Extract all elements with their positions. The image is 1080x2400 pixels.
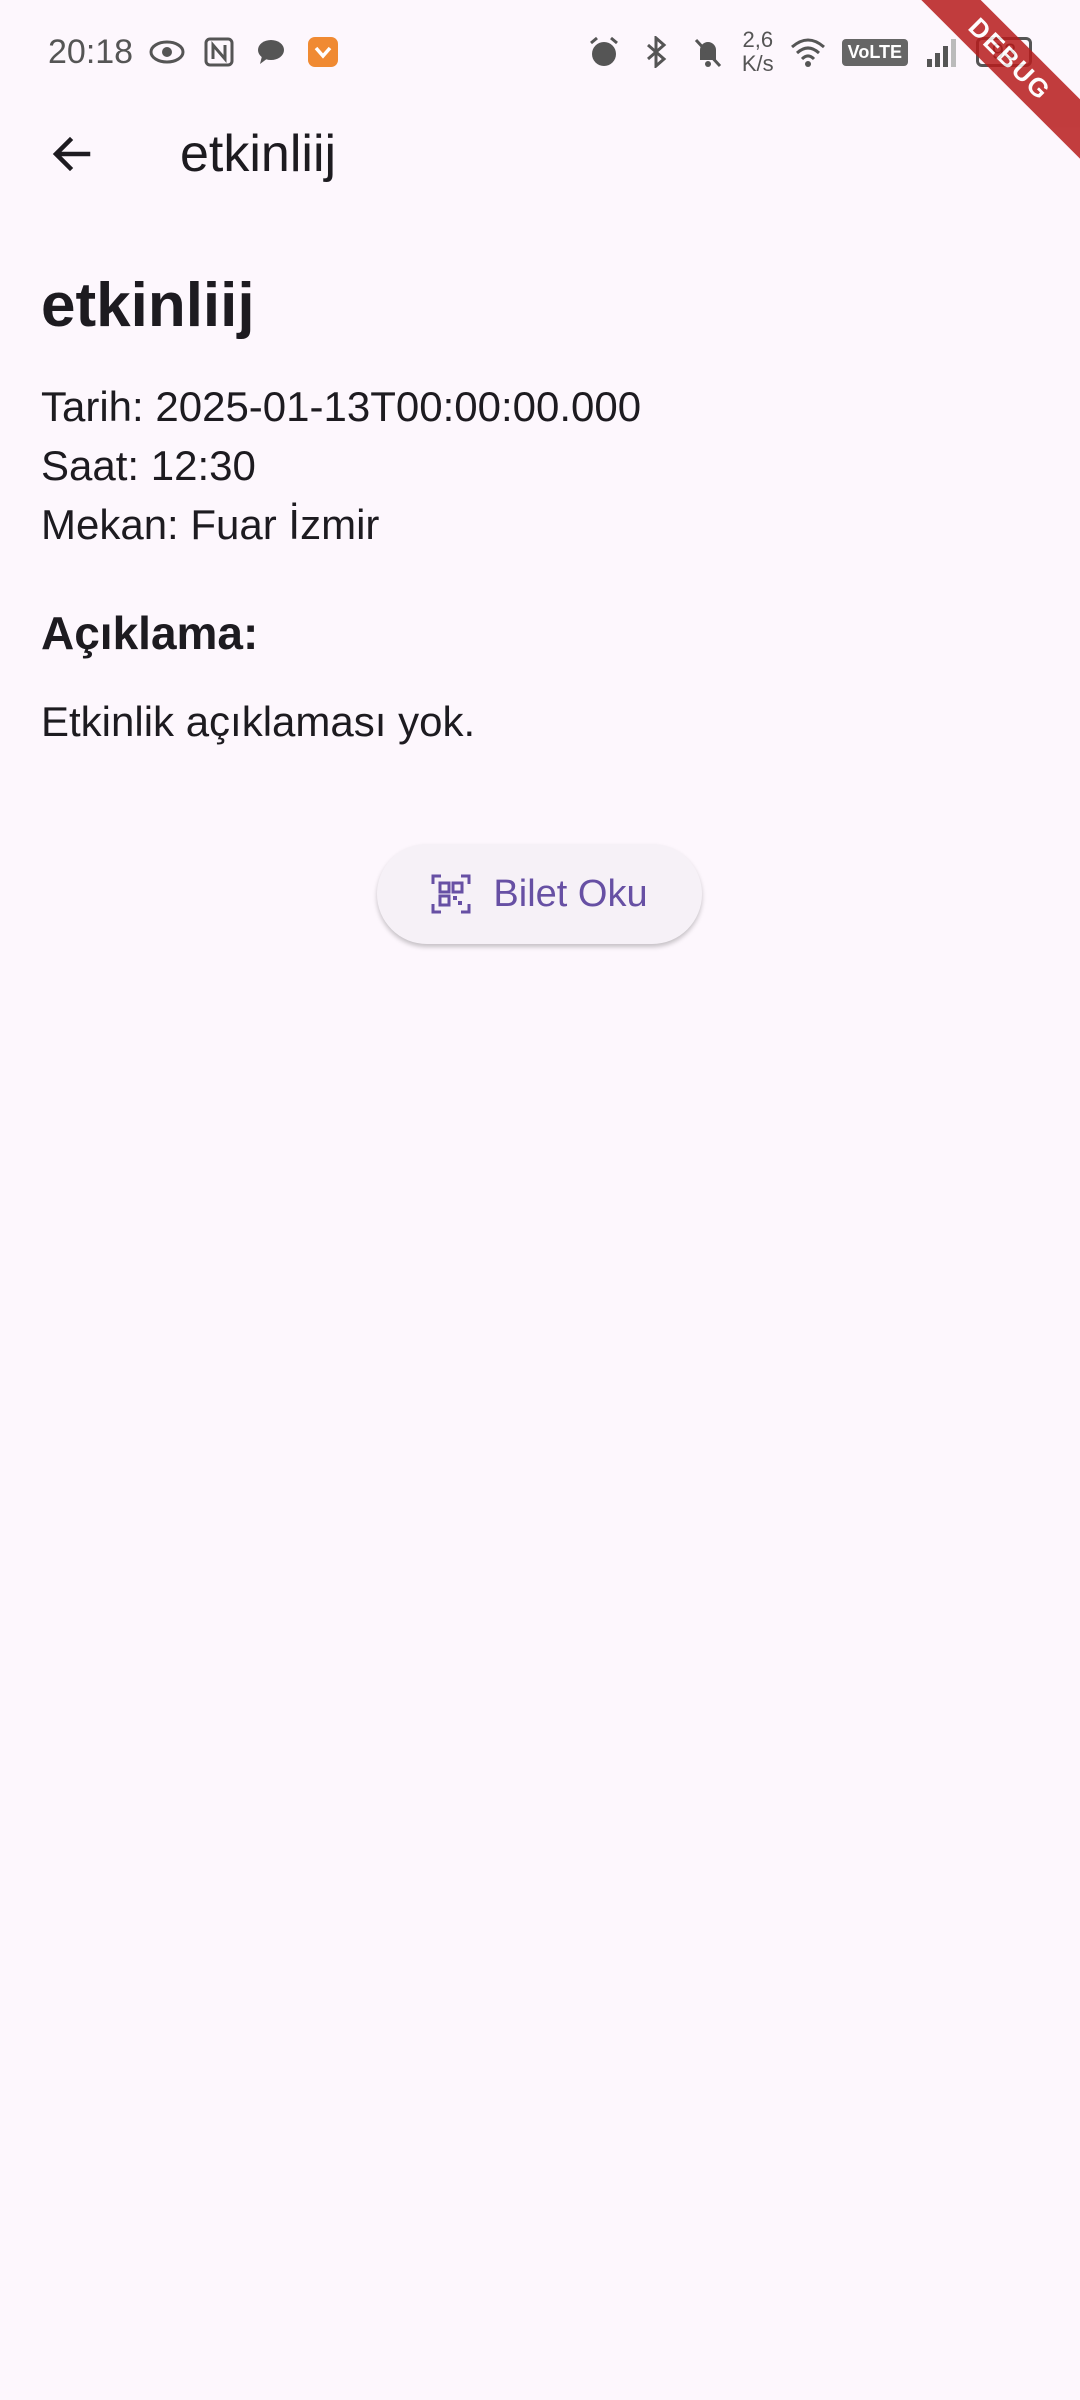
speed-value: 2,6 bbox=[742, 27, 774, 52]
back-button[interactable] bbox=[24, 106, 120, 202]
nfc-icon bbox=[201, 34, 237, 70]
event-title: etkinliij bbox=[41, 271, 255, 340]
app-bar: etkinliij bbox=[0, 104, 1080, 204]
description-heading: Açıklama: bbox=[41, 607, 259, 659]
network-speed: 2,6 K/s bbox=[742, 28, 774, 76]
qr-code-scanner-icon bbox=[431, 874, 471, 914]
status-left: 20:18 bbox=[48, 33, 341, 72]
scan-ticket-label: Bilet Oku bbox=[493, 872, 648, 915]
chat-icon bbox=[253, 34, 289, 70]
event-description: Etkinlik açıklaması yok. bbox=[41, 698, 476, 745]
eye-icon bbox=[149, 34, 185, 70]
volte-badge: VoLTE bbox=[841, 38, 908, 66]
app-notification-icon bbox=[305, 34, 341, 70]
arrow-back-icon bbox=[52, 136, 91, 172]
status-time: 20:18 bbox=[48, 32, 134, 71]
bluetooth-icon bbox=[638, 34, 674, 70]
speed-unit: K/s bbox=[741, 51, 774, 76]
event-details: etkinliij Tarih: 2025-01-13T00:00:00.000… bbox=[41, 270, 1041, 746]
wifi-icon bbox=[790, 34, 826, 70]
app-bar-title: etkinliij bbox=[180, 125, 337, 183]
scan-ticket-button[interactable]: Bilet Oku bbox=[377, 844, 702, 944]
status-bar: 20:18 2,6 K/s VoLTE bbox=[0, 0, 1080, 104]
event-venue: Mekan: Fuar İzmir bbox=[41, 501, 380, 548]
bell-off-icon bbox=[690, 34, 726, 70]
signal-icon bbox=[924, 34, 960, 70]
alarm-icon bbox=[586, 34, 622, 70]
event-date: Tarih: 2025-01-13T00:00:00.000 bbox=[41, 383, 642, 430]
event-time: Saat: 12:30 bbox=[41, 442, 256, 489]
